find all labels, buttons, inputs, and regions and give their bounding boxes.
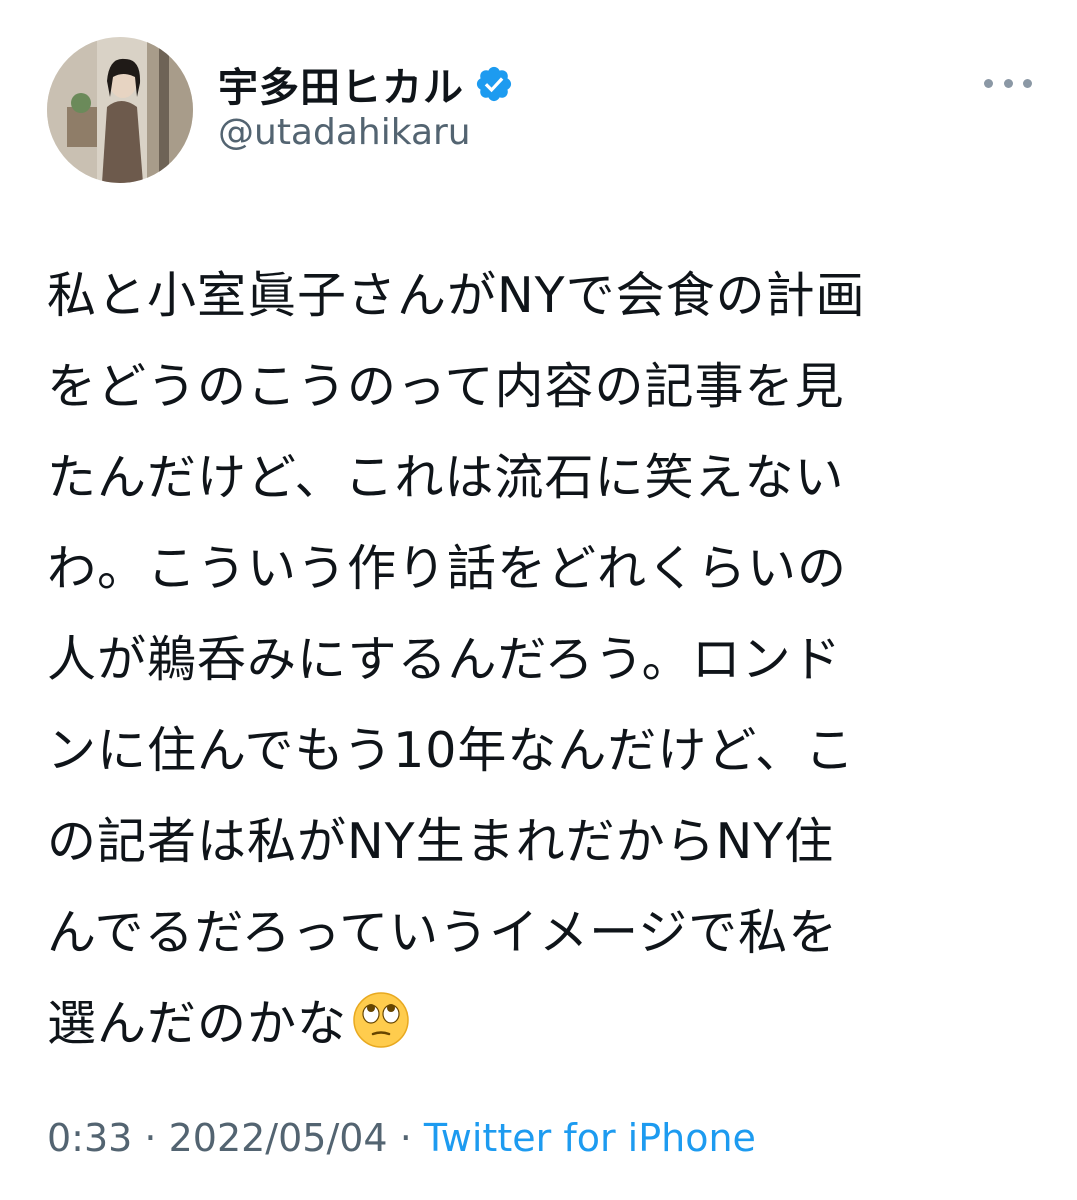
tweet-line: わ。こういう作り話をどれくらいの: [47, 540, 848, 597]
tweet-line: の記者は私がNY生まれだからNY住: [47, 813, 835, 870]
tweet-time[interactable]: 0:33: [47, 1116, 132, 1160]
author-handle[interactable]: @utadahikaru: [218, 112, 471, 153]
profile-photo-icon: [47, 37, 193, 183]
more-options-icon[interactable]: [984, 68, 1032, 98]
tweet-meta: 0:33 · 2022/05/04 · Twitter for iPhone: [47, 1116, 756, 1160]
meta-separator: ·: [132, 1116, 169, 1160]
tweet-date[interactable]: 2022/05/04: [169, 1116, 388, 1160]
tweet-card: 宇多田ヒカル @utadahikaru 私と小室眞子さんがNYで会食の計画 をど…: [0, 0, 1077, 1200]
eye-roll-emoji-icon: [351, 988, 411, 1048]
meta-separator: ·: [387, 1116, 424, 1160]
tweet-line: 私と小室眞子さんがNYで会食の計画: [47, 267, 866, 324]
tweet-line: んでるだろっていうイメージで私を: [47, 904, 839, 961]
tweet-line: 人が鵜呑みにするんだろう。ロンド: [47, 631, 842, 688]
tweet-line: たんだけど、これは流石に笑えない: [47, 449, 845, 506]
verified-badge-icon: [474, 64, 514, 104]
more-dot: [1023, 78, 1032, 88]
tweet-line-last: 選んだのかな: [47, 978, 1037, 1069]
tweet-text: 私と小室眞子さんがNYで会食の計画 をどうのこうのって内容の記事を見 たんだけど…: [47, 250, 1037, 1069]
tweet-line-text: 選んだのかな: [47, 995, 348, 1052]
more-dot: [1003, 78, 1013, 88]
display-name[interactable]: 宇多田ヒカル: [218, 55, 464, 113]
tweet-line: ンに住んでもう10年なんだけど、こ: [47, 722, 855, 779]
tweet-line: をどうのこうのって内容の記事を見: [47, 358, 845, 415]
author-name-row: 宇多田ヒカル: [218, 56, 514, 112]
tweet-source-link[interactable]: Twitter for iPhone: [424, 1116, 756, 1160]
avatar[interactable]: [47, 37, 193, 183]
more-dot: [984, 78, 993, 88]
